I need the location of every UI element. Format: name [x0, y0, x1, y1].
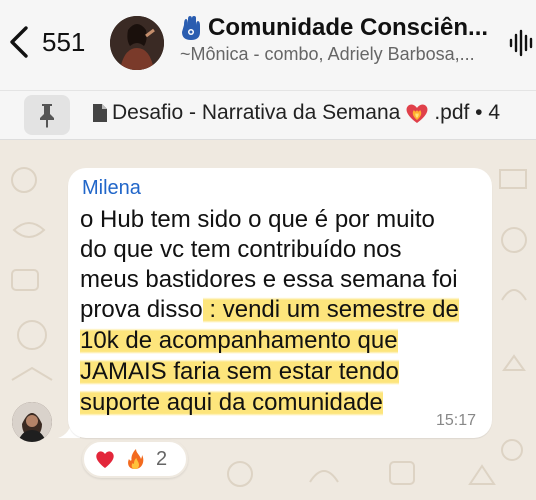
highlighted-text: 10k de acompanhamento que: [80, 327, 398, 354]
group-avatar[interactable]: [110, 16, 164, 70]
chat-header: 551 Comunidade Consciên... ~Mônica - com…: [0, 0, 536, 90]
group-avatar-image: [110, 16, 164, 70]
message-line-6: JAMAIS faria sem estar tendo: [80, 357, 399, 387]
pinned-text: Desafio - Narrativa da Semana .pdf • 4: [92, 101, 500, 125]
highlighted-text: suporte aqui da comunidade: [80, 389, 383, 416]
pinned-message-bar[interactable]: Desafio - Narrativa da Semana .pdf • 4: [0, 90, 536, 140]
wallpaper-doodle-left: [11, 167, 53, 381]
pin-icon: [40, 104, 54, 128]
message-text: o Hub tem sido o que é por muito: [80, 206, 435, 233]
message-bubble[interactable]: Milena o Hub tem sido o que é por muito …: [68, 168, 492, 438]
message-line-3: meus bastidores e essa semana foi: [80, 265, 458, 295]
chevron-left-icon: [10, 26, 28, 58]
group-members: ~Mônica - combo, Adriely Barbosa,...: [180, 44, 475, 64]
wallpaper-doodle-right: [499, 169, 527, 461]
heart-icon: [96, 451, 114, 468]
unread-count: 551: [42, 26, 86, 57]
message-timestamp: 15:17: [435, 412, 476, 429]
fire-icon: [128, 449, 144, 469]
reactions-pill[interactable]: 2: [82, 440, 188, 478]
group-name: Comunidade Consciên...: [208, 14, 489, 41]
sender-avatar-image: [12, 402, 52, 442]
back-button[interactable]: 551: [8, 22, 85, 62]
reaction-count: 2: [156, 447, 168, 470]
document-icon: [93, 104, 107, 122]
heart-on-fire-icon: [406, 104, 428, 123]
highlighted-text: : vendi um semestre de: [202, 296, 459, 323]
audio-wave-icon[interactable]: [508, 28, 536, 58]
highlighted-text: JAMAIS faria sem estar tendo: [80, 358, 399, 385]
hamsa-icon: [182, 16, 200, 40]
pinned-file-name: Desafio - Narrativa da Semana: [112, 101, 401, 124]
message-line-5: 10k de acompanhamento que: [80, 326, 398, 356]
sender-name[interactable]: Milena: [82, 177, 141, 200]
pin-button[interactable]: [24, 95, 70, 135]
message-text: meus bastidores e essa semana foi: [80, 266, 458, 293]
message-line-7: suporte aqui da comunidade: [80, 388, 383, 418]
pinned-file-meta: .pdf • 4: [434, 101, 501, 124]
message-text: prova disso: [80, 296, 203, 323]
sender-avatar[interactable]: [12, 402, 52, 442]
message-line-4: prova disso : vendi um semestre de: [80, 295, 459, 325]
message-line-2: do que vc tem contribuído nos: [80, 235, 402, 265]
wallpaper-doodle-bottom: [227, 461, 496, 487]
message-line-1: o Hub tem sido o que é por muito: [80, 205, 435, 235]
chat-title-area[interactable]: Comunidade Consciên... ~Mônica - combo, …: [180, 14, 500, 65]
message-text: do que vc tem contribuído nos: [80, 236, 402, 263]
